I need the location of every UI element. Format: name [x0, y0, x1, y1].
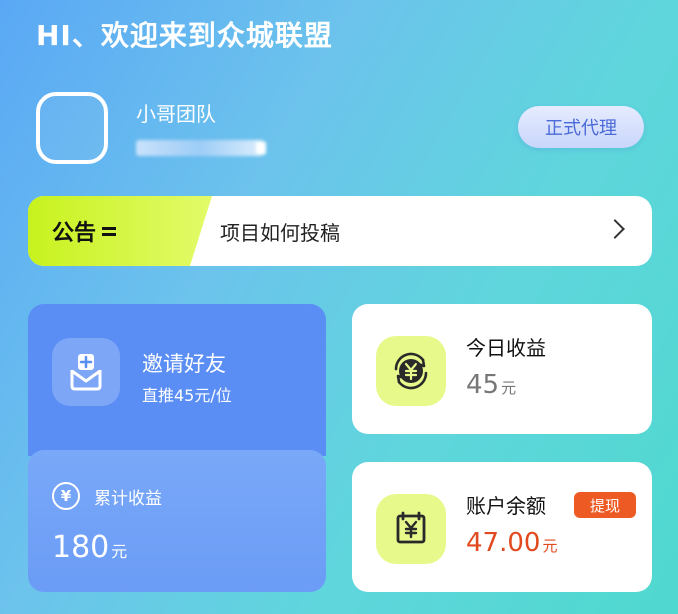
yen-refresh-icon: [376, 336, 446, 406]
account-balance-value: 47.00 元: [466, 528, 557, 558]
account-balance-card[interactable]: 账户余额 提现 47.00 元: [352, 462, 652, 592]
team-name: 小哥团队: [136, 102, 216, 126]
account-balance-unit: 元: [542, 537, 558, 555]
today-income-card[interactable]: 今日收益 45 元: [352, 304, 652, 434]
double-arrow-icon: [102, 226, 117, 236]
today-income-unit: 元: [501, 379, 517, 397]
withdraw-button[interactable]: 提现: [574, 492, 636, 518]
total-income-unit: 元: [111, 542, 128, 561]
yen-icon: ¥: [52, 482, 80, 510]
invite-title: 邀请好友: [142, 352, 226, 376]
mail-plus-icon: [52, 338, 120, 406]
chevron-right-icon[interactable]: [605, 219, 625, 239]
notice-tag-label: 公告: [52, 221, 97, 246]
today-income-title: 今日收益: [466, 336, 546, 360]
notice-text[interactable]: 项目如何投稿: [220, 196, 340, 266]
notice-bar[interactable]: 公告 项目如何投稿: [28, 196, 652, 266]
notice-tag: 公告: [28, 196, 212, 266]
total-income-value: 180 元: [52, 530, 127, 565]
role-badge[interactable]: 正式代理: [518, 106, 644, 148]
account-balance-amount: 47.00: [466, 528, 541, 558]
total-income-label: 累计收益: [94, 489, 162, 509]
total-income-amount: 180: [52, 530, 110, 565]
avatar[interactable]: [36, 92, 108, 164]
blurred-user-id: [136, 140, 266, 156]
yen-wallet-icon: [376, 494, 446, 564]
today-income-value: 45 元: [466, 370, 516, 400]
greeting-title: HI、欢迎来到众城联盟: [36, 19, 333, 52]
total-income-card[interactable]: ¥ 累计收益 180 元: [28, 450, 326, 592]
invite-friends-card[interactable]: 邀请好友 直推45元/位: [28, 304, 326, 456]
invite-subtitle: 直推45元/位: [142, 386, 232, 405]
today-income-amount: 45: [466, 370, 500, 400]
account-balance-title: 账户余额: [466, 494, 546, 518]
